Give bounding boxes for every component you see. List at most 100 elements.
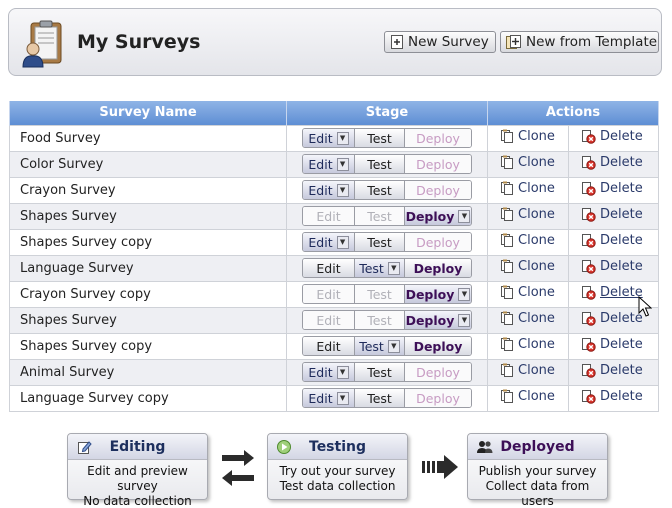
clone-cell: Clone — [487, 306, 569, 334]
delete-cell: Delete — [568, 332, 659, 360]
table-row: Shapes Survey copy Edit ▼ Test Deploy Clone De… — [9, 228, 659, 256]
delete-link[interactable]: Delete — [581, 337, 643, 352]
delete-link[interactable]: Delete — [581, 233, 643, 248]
stage-deploy-button[interactable]: Deploy ▼ — [405, 311, 471, 329]
clone-link[interactable]: Clone — [500, 259, 555, 274]
stage-edit-label: Edit — [308, 234, 333, 250]
stage-edit-button[interactable]: Edit — [303, 207, 355, 225]
survey-name: Crayon Survey copy — [20, 286, 151, 302]
new-survey-button[interactable]: New Survey — [384, 31, 496, 53]
delete-link[interactable]: Delete — [581, 155, 643, 170]
delete-link[interactable]: Delete — [581, 285, 643, 300]
stage-deploy-button[interactable]: Deploy — [405, 363, 471, 381]
survey-name-cell: Crayon Survey — [9, 176, 287, 204]
stage-test-button[interactable]: Test — [355, 207, 405, 225]
stage-deploy-label: Deploy — [416, 182, 460, 198]
stage-test-button[interactable]: Test — [355, 311, 405, 329]
stage-deploy-button[interactable]: Deploy — [405, 181, 471, 199]
stage-selector: Edit ▼ Test Deploy — [302, 232, 472, 252]
stage-dropdown-caret-icon[interactable]: ▼ — [458, 313, 471, 327]
new-from-template-button[interactable]: New from Template — [500, 31, 659, 53]
delete-icon — [582, 129, 596, 144]
delete-label: Delete — [600, 128, 643, 144]
workflow-editing-line1: Edit and preview survey — [87, 464, 188, 493]
clone-link[interactable]: Clone — [500, 233, 555, 248]
stage-edit-button[interactable]: Edit ▼ — [303, 389, 355, 407]
stage-dropdown-caret-icon[interactable]: ▼ — [458, 287, 471, 301]
table-header-row: Survey Name Stage Actions — [9, 101, 659, 125]
delete-link[interactable]: Delete — [581, 207, 643, 222]
template-icon — [506, 35, 521, 49]
delete-link[interactable]: Delete — [581, 311, 643, 326]
delete-cell: Delete — [568, 358, 659, 386]
stage-edit-button[interactable]: Edit ▼ — [303, 155, 355, 173]
delete-link[interactable]: Delete — [581, 389, 643, 404]
stage-test-button[interactable]: Test — [355, 389, 405, 407]
stage-deploy-button[interactable]: Deploy — [405, 259, 471, 277]
clone-link[interactable]: Clone — [500, 389, 555, 404]
delete-icon — [582, 181, 596, 196]
clone-link[interactable]: Clone — [500, 129, 555, 144]
clone-link[interactable]: Clone — [500, 285, 555, 300]
delete-cell: Delete — [568, 150, 659, 178]
stage-dropdown-caret-icon[interactable]: ▼ — [387, 261, 400, 275]
clone-link[interactable]: Clone — [500, 311, 555, 326]
stage-deploy-button[interactable]: Deploy ▼ — [405, 207, 471, 225]
stage-dropdown-caret-icon[interactable]: ▼ — [336, 391, 349, 405]
stage-deploy-button[interactable]: Deploy ▼ — [405, 285, 471, 303]
clone-label: Clone — [518, 232, 555, 248]
stage-deploy-button[interactable]: Deploy — [405, 155, 471, 173]
clone-link[interactable]: Clone — [500, 155, 555, 170]
stage-test-button[interactable]: Test — [355, 233, 405, 251]
clone-label: Clone — [518, 180, 555, 196]
delete-link[interactable]: Delete — [581, 129, 643, 144]
clone-link[interactable]: Clone — [500, 181, 555, 196]
delete-cell: Delete — [568, 176, 659, 204]
stage-test-button[interactable]: Test ▼ — [355, 337, 405, 355]
delete-icon — [582, 363, 596, 378]
stage-test-button[interactable]: Test — [355, 129, 405, 147]
stage-test-label: Test — [367, 156, 392, 172]
stage-dropdown-caret-icon[interactable]: ▼ — [336, 235, 349, 249]
stage-dropdown-caret-icon[interactable]: ▼ — [387, 339, 400, 353]
stage-test-button[interactable]: Test ▼ — [355, 259, 405, 277]
column-header-survey-name[interactable]: Survey Name — [9, 101, 287, 125]
stage-test-button[interactable]: Test — [355, 285, 405, 303]
survey-name-cell: Language Survey — [9, 254, 287, 282]
clone-link[interactable]: Clone — [500, 337, 555, 352]
stage-test-button[interactable]: Test — [355, 363, 405, 381]
clone-icon — [501, 181, 513, 195]
stage-edit-button[interactable]: Edit — [303, 337, 355, 355]
stage-deploy-label: Deploy — [405, 208, 455, 224]
stage-deploy-button[interactable]: Deploy — [405, 129, 471, 147]
stage-dropdown-caret-icon[interactable]: ▼ — [336, 131, 349, 145]
stage-test-button[interactable]: Test — [355, 155, 405, 173]
stage-dropdown-caret-icon[interactable]: ▼ — [336, 365, 349, 379]
stage-test-button[interactable]: Test — [355, 181, 405, 199]
stage-deploy-button[interactable]: Deploy — [405, 337, 471, 355]
stage-test-label: Test — [367, 364, 392, 380]
stage-edit-button[interactable]: Edit ▼ — [303, 181, 355, 199]
clone-link[interactable]: Clone — [500, 363, 555, 378]
stage-edit-button[interactable]: Edit ▼ — [303, 129, 355, 147]
stage-deploy-button[interactable]: Deploy — [405, 233, 471, 251]
stage-dropdown-caret-icon[interactable]: ▼ — [336, 183, 349, 197]
stage-dropdown-caret-icon[interactable]: ▼ — [336, 157, 349, 171]
stage-selector: Edit Test Deploy ▼ — [302, 284, 472, 304]
workflow-editing-title: Editing — [109, 438, 166, 455]
stage-edit-button[interactable]: Edit — [303, 285, 355, 303]
stage-deploy-button[interactable]: Deploy — [405, 389, 471, 407]
delete-link[interactable]: Delete — [581, 259, 643, 274]
stage-edit-button[interactable]: Edit ▼ — [303, 363, 355, 381]
stage-edit-button[interactable]: Edit ▼ — [303, 233, 355, 251]
delete-link[interactable]: Delete — [581, 363, 643, 378]
stage-edit-button[interactable]: Edit — [303, 311, 355, 329]
stage-edit-button[interactable]: Edit — [303, 259, 355, 277]
table-row: Animal Survey Edit ▼ Test Deploy Clone Delete — [9, 358, 659, 386]
survey-name: Animal Survey — [20, 364, 115, 380]
stage-dropdown-caret-icon[interactable]: ▼ — [458, 209, 471, 223]
delete-label: Delete — [600, 206, 643, 222]
delete-link[interactable]: Delete — [581, 181, 643, 196]
clone-link[interactable]: Clone — [500, 207, 555, 222]
stage-deploy-label: Deploy — [405, 286, 455, 302]
